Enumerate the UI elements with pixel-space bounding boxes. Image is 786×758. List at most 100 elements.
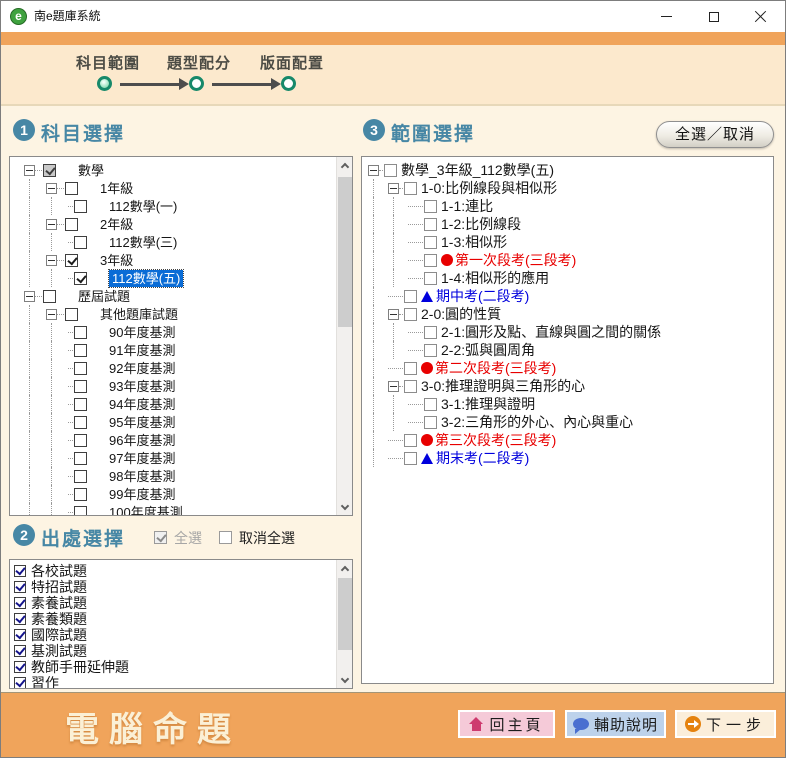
- tree-checkbox[interactable]: [424, 218, 437, 231]
- tree-item-label[interactable]: 第三次段考(三段考): [435, 432, 556, 449]
- step-circle-2[interactable]: [189, 76, 204, 91]
- tree-item-label[interactable]: 數學: [78, 162, 104, 179]
- tree-row[interactable]: 90年度基測: [24, 323, 336, 341]
- tree-item-label[interactable]: 2-1:圓形及點、直線與圓之間的關係: [441, 324, 661, 341]
- tree-item-label[interactable]: 其他題庫試題: [100, 306, 178, 323]
- tree-row[interactable]: 第三次段考(三段考): [368, 431, 773, 449]
- tree-checkbox[interactable]: [404, 182, 417, 195]
- tree-expander-icon[interactable]: [388, 309, 399, 320]
- tree-item-label[interactable]: 數學_3年級_112數學(五): [401, 162, 554, 179]
- help-button[interactable]: 輔助說明: [565, 710, 666, 738]
- tree-item-label[interactable]: 3年級: [100, 252, 133, 269]
- tree-checkbox[interactable]: [74, 416, 87, 429]
- tree-checkbox[interactable]: [74, 326, 87, 339]
- tree-row[interactable]: 1-0:比例線段與相似形: [368, 179, 773, 197]
- tree-row[interactable]: 94年度基測: [24, 395, 336, 413]
- tree-checkbox[interactable]: [74, 434, 87, 447]
- tree-item-label[interactable]: 112數學(三): [109, 234, 177, 251]
- tree-row[interactable]: 112數學(三): [24, 233, 336, 251]
- tree-expander-icon[interactable]: [24, 291, 35, 302]
- tree-checkbox[interactable]: [384, 164, 397, 177]
- tree-item-label[interactable]: 97年度基測: [109, 450, 175, 467]
- tree-item-label[interactable]: 98年度基測: [109, 468, 175, 485]
- tree-checkbox[interactable]: [65, 308, 78, 321]
- tree-checkbox[interactable]: [424, 236, 437, 249]
- source-item-checkbox[interactable]: [14, 581, 26, 593]
- tree-checkbox[interactable]: [404, 434, 417, 447]
- tree-row[interactable]: 2年級: [24, 215, 336, 233]
- source-list-item[interactable]: 教師手冊延伸題: [14, 659, 336, 675]
- tree-row[interactable]: 92年度基測: [24, 359, 336, 377]
- tree-row[interactable]: 99年度基測: [24, 485, 336, 503]
- tree-row[interactable]: 93年度基測: [24, 377, 336, 395]
- tree-row[interactable]: 第二次段考(三段考): [368, 359, 773, 377]
- tree-checkbox[interactable]: [404, 452, 417, 465]
- tree-item-label[interactable]: 1-2:比例線段: [441, 216, 521, 233]
- tree-checkbox[interactable]: [65, 182, 78, 195]
- tree-checkbox[interactable]: [65, 218, 78, 231]
- tree-item-label[interactable]: 期末考(二段考): [436, 450, 529, 467]
- tree-checkbox[interactable]: [74, 452, 87, 465]
- home-button[interactable]: 回主頁: [458, 710, 555, 738]
- select-all-checkbox[interactable]: [154, 531, 167, 544]
- tree-item-label[interactable]: 92年度基測: [109, 360, 175, 377]
- tree-checkbox[interactable]: [43, 164, 56, 177]
- subject-tree-scrollbar[interactable]: [336, 157, 352, 515]
- tree-checkbox[interactable]: [74, 344, 87, 357]
- maximize-button[interactable]: [691, 1, 737, 32]
- tree-row[interactable]: 3-2:三角形的外心、內心與重心: [368, 413, 773, 431]
- tree-checkbox[interactable]: [74, 200, 87, 213]
- tree-expander-icon[interactable]: [368, 165, 379, 176]
- tree-checkbox[interactable]: [74, 488, 87, 501]
- tree-item-label[interactable]: 91年度基測: [109, 342, 175, 359]
- tree-row[interactable]: 112數學(一): [24, 197, 336, 215]
- tree-item-label[interactable]: 3-0:推理證明與三角形的心: [421, 378, 585, 395]
- tree-row[interactable]: 1-1:連比: [368, 197, 773, 215]
- source-item-checkbox[interactable]: [14, 597, 26, 609]
- source-list-scrollbar[interactable]: [336, 560, 352, 688]
- tree-row[interactable]: 2-2:弧與圓周角: [368, 341, 773, 359]
- scroll-up-arrow[interactable]: [337, 560, 353, 576]
- tree-item-label[interactable]: 2年級: [100, 216, 133, 233]
- tree-item-label[interactable]: 94年度基測: [109, 396, 175, 413]
- tree-item-label[interactable]: 95年度基測: [109, 414, 175, 431]
- tree-item-label[interactable]: 90年度基測: [109, 324, 175, 341]
- tree-checkbox[interactable]: [65, 254, 78, 267]
- tree-row[interactable]: 112數學(五): [24, 269, 336, 287]
- tree-row[interactable]: 1年級: [24, 179, 336, 197]
- tree-expander-icon[interactable]: [46, 309, 57, 320]
- tree-row[interactable]: 3-1:推理與證明: [368, 395, 773, 413]
- tree-checkbox[interactable]: [404, 362, 417, 375]
- tree-row[interactable]: 1-3:相似形: [368, 233, 773, 251]
- source-item-checkbox[interactable]: [14, 613, 26, 625]
- tree-checkbox[interactable]: [74, 362, 87, 375]
- tree-expander-icon[interactable]: [46, 219, 57, 230]
- tree-row[interactable]: 3-0:推理證明與三角形的心: [368, 377, 773, 395]
- tree-item-label[interactable]: 1-1:連比: [441, 198, 493, 215]
- tree-item-label[interactable]: 2-2:弧與圓周角: [441, 342, 535, 359]
- close-button[interactable]: [737, 1, 783, 32]
- tree-checkbox[interactable]: [424, 416, 437, 429]
- tree-expander-icon[interactable]: [46, 255, 57, 266]
- source-item-checkbox[interactable]: [14, 645, 26, 657]
- scroll-thumb[interactable]: [338, 177, 352, 327]
- tree-checkbox[interactable]: [404, 308, 417, 321]
- tree-item-label[interactable]: 第二次段考(三段考): [435, 360, 556, 377]
- tree-checkbox[interactable]: [424, 272, 437, 285]
- tree-row[interactable]: 91年度基測: [24, 341, 336, 359]
- next-step-button[interactable]: 下一步: [675, 710, 776, 738]
- tree-row[interactable]: 3年級: [24, 251, 336, 269]
- tree-checkbox[interactable]: [424, 200, 437, 213]
- tree-expander-icon[interactable]: [46, 183, 57, 194]
- tree-row[interactable]: 98年度基測: [24, 467, 336, 485]
- tree-row[interactable]: 97年度基測: [24, 449, 336, 467]
- tree-row[interactable]: 期中考(二段考): [368, 287, 773, 305]
- select-all-toggle-button[interactable]: 全選／取消: [656, 121, 774, 148]
- tree-checkbox[interactable]: [74, 398, 87, 411]
- tree-item-label[interactable]: 1-3:相似形: [441, 234, 507, 251]
- source-item-checkbox[interactable]: [14, 629, 26, 641]
- tree-checkbox[interactable]: [404, 290, 417, 303]
- tree-item-label[interactable]: 期中考(二段考): [436, 288, 529, 305]
- scroll-up-arrow[interactable]: [337, 157, 353, 173]
- tree-row[interactable]: 95年度基測: [24, 413, 336, 431]
